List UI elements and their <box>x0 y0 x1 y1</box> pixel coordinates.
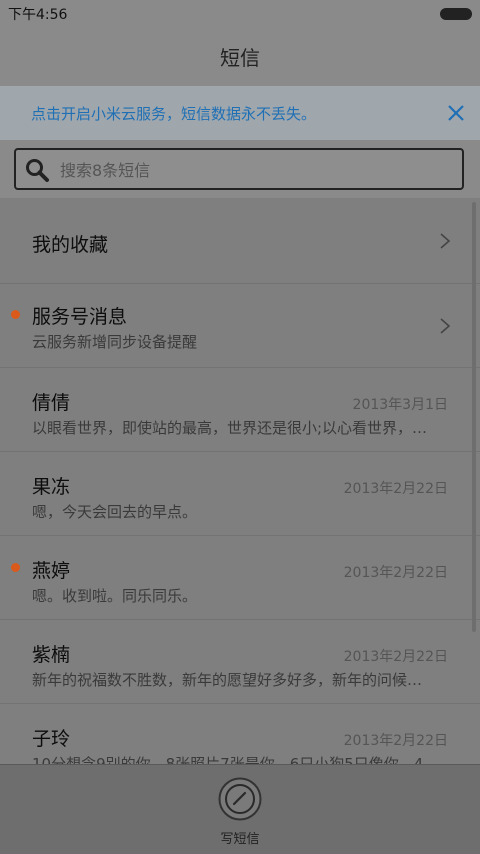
conversation-row[interactable]: 紫楠 2013年2月22日 新年的祝福数不胜数，新年的愿望好多好多，新年的问候… <box>0 620 480 704</box>
unread-dot <box>11 563 20 572</box>
search-box[interactable] <box>14 148 464 190</box>
message-preview: 以眼看世界，即使站的最高，世界还是很小;以心看世界，… <box>32 419 428 437</box>
contact-name: 果冻 <box>32 476 71 498</box>
compose-label[interactable]: 写短信 <box>0 828 480 847</box>
contact-name: 燕婷 <box>32 560 71 582</box>
conversation-row[interactable]: 果冻 2013年2月22日 嗯，今天会回去的早点。 <box>0 452 480 536</box>
conversation-row[interactable]: 倩倩 2013年3月1日 以眼看世界，即使站的最高，世界还是很小;以心看世界，… <box>0 368 480 452</box>
page-title: 短信 <box>220 45 260 70</box>
contact-name: 紫楠 <box>32 644 71 666</box>
service-subtitle: 云服务新增同步设备提醒 <box>32 333 198 351</box>
favorites-title: 我的收藏 <box>32 234 109 256</box>
message-preview: 10分想念9别的你，8张照片7张是你，6只小狗5只像你，4… <box>32 755 439 764</box>
status-time: 下午4:56 <box>8 7 68 23</box>
status-bar: 下午4:56 <box>0 0 480 26</box>
chevron-right-icon <box>440 318 451 334</box>
bottom-bar: 写短信 <box>0 764 480 854</box>
search-icon <box>26 159 49 182</box>
favorites-row[interactable]: 我的收藏 <box>0 198 480 284</box>
notice-text[interactable]: 点击开启小米云服务，短信数据永不丢失。 <box>31 103 316 124</box>
service-title: 服务号消息 <box>32 306 128 328</box>
search-bar <box>0 140 480 198</box>
close-icon[interactable] <box>444 101 468 125</box>
conversation-row[interactable]: 燕婷 2013年2月22日 嗯。收到啦。同乐同乐。 <box>0 536 480 620</box>
chevron-right-icon <box>440 233 451 249</box>
list-scrollbar[interactable] <box>472 202 476 632</box>
conversation-row[interactable]: 子玲 2013年2月22日 10分想念9别的你，8张照片7张是你，6只小狗5只像… <box>0 704 480 764</box>
search-input[interactable] <box>58 157 452 183</box>
conversation-list: 我的收藏 服务号消息 云服务新增同步设备提醒 倩倩 2013年3月1日 以眼看世… <box>0 198 480 764</box>
message-date: 2013年2月22日 <box>343 565 448 581</box>
contact-name: 子玲 <box>32 728 71 750</box>
cloud-service-notice[interactable]: 点击开启小米云服务，短信数据永不丢失。 <box>0 86 480 140</box>
contact-name: 倩倩 <box>32 392 71 414</box>
title-bar: 短信 <box>0 26 480 86</box>
compose-icon[interactable] <box>218 777 262 821</box>
battery-icon <box>440 8 472 20</box>
message-preview: 嗯，今天会回去的早点。 <box>32 503 198 521</box>
unread-dot <box>11 310 20 319</box>
message-date: 2013年2月22日 <box>343 649 448 665</box>
service-messages-row[interactable]: 服务号消息 云服务新增同步设备提醒 <box>0 284 480 368</box>
message-preview: 嗯。收到啦。同乐同乐。 <box>32 587 198 605</box>
message-date: 2013年2月22日 <box>343 733 448 749</box>
message-preview: 新年的祝福数不胜数，新年的愿望好多好多，新年的问候… <box>32 671 423 689</box>
message-date: 2013年3月1日 <box>352 397 448 413</box>
message-date: 2013年2月22日 <box>343 481 448 497</box>
